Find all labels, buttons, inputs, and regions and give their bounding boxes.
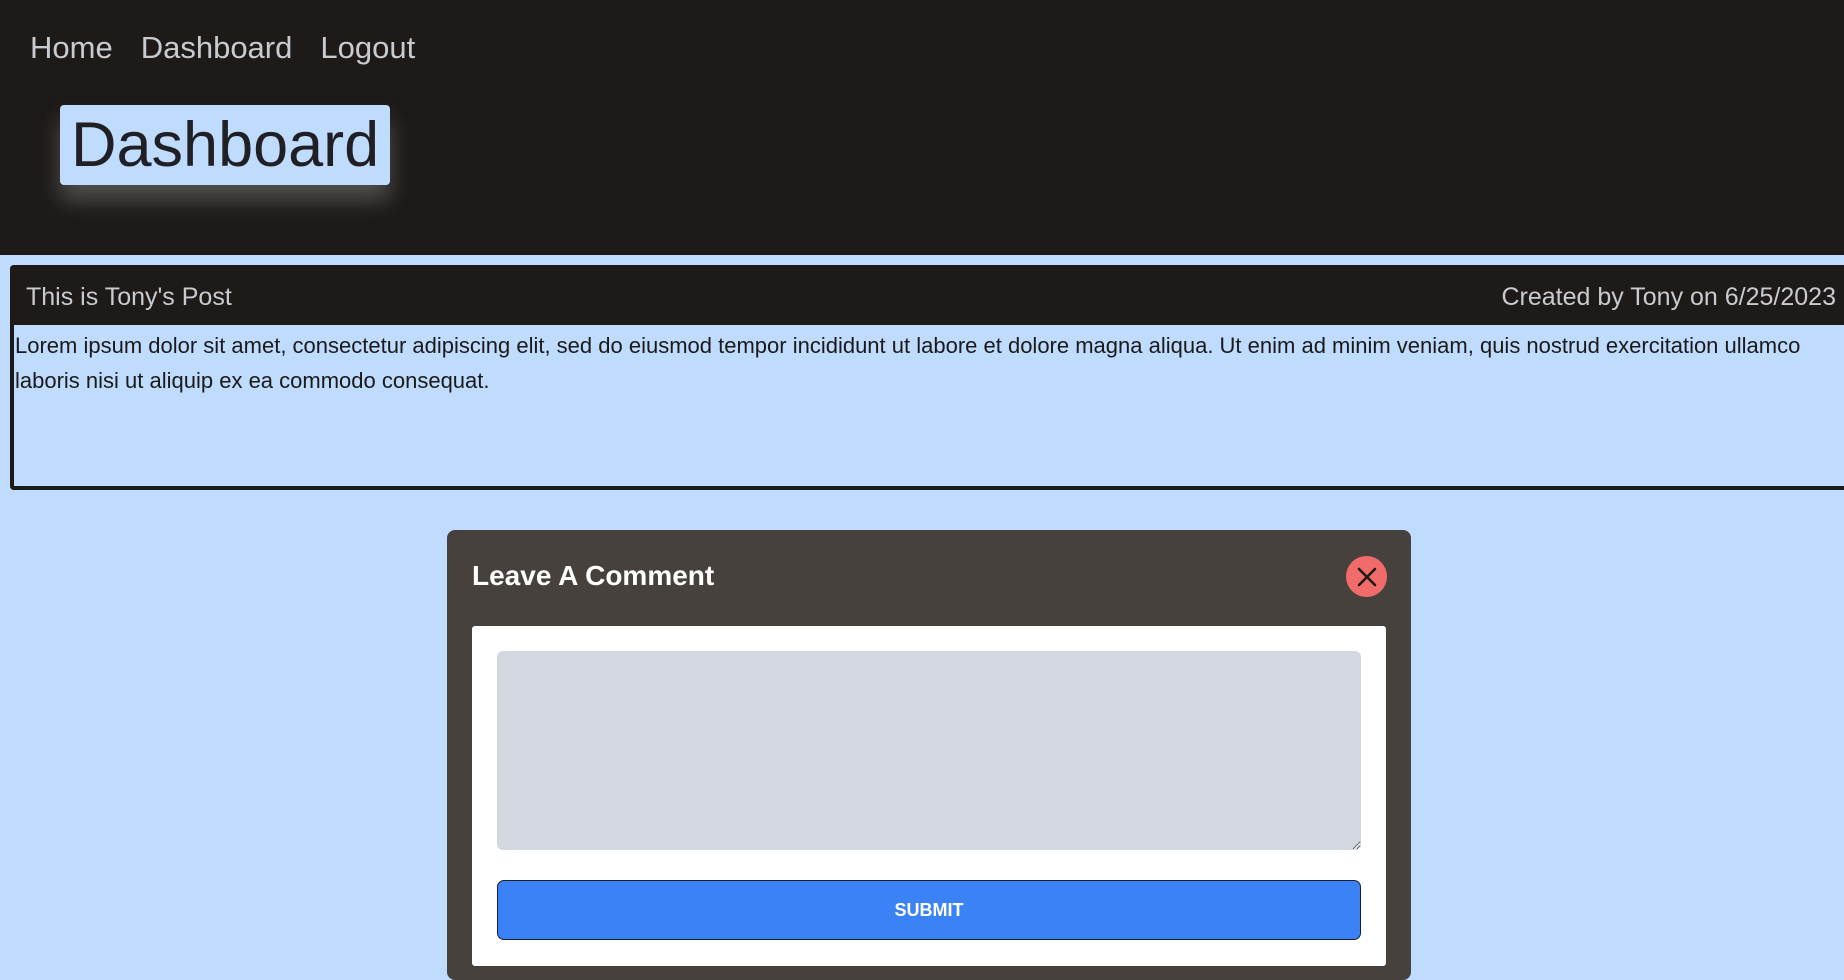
post-title: This is Tony's Post: [26, 282, 232, 311]
nav-home-link[interactable]: Home: [30, 28, 113, 68]
comment-form-card: Leave A Comment SUBMIT: [447, 530, 1411, 980]
comment-form-title: Leave A Comment: [472, 560, 715, 591]
submit-button[interactable]: SUBMIT: [497, 880, 1361, 940]
comment-input[interactable]: [497, 651, 1361, 850]
nav-logout-link[interactable]: Logout: [320, 28, 415, 68]
nav-dashboard-link[interactable]: Dashboard: [141, 28, 293, 68]
page-title-badge: Dashboard: [60, 105, 391, 185]
site-header: Home Dashboard Logout Dashboard: [0, 0, 1844, 255]
close-icon: [1357, 567, 1376, 586]
close-button[interactable]: [1346, 556, 1387, 597]
post-header: This is Tony's Post Created by Tony on 6…: [14, 269, 1844, 325]
main-nav: Home Dashboard Logout: [30, 28, 415, 68]
comment-form: SUBMIT: [472, 626, 1386, 966]
post-body: Lorem ipsum dolor sit amet, consectetur …: [15, 333, 1801, 393]
post-card: This is Tony's Post Created by Tony on 6…: [10, 265, 1844, 490]
post-meta: Created by Tony on 6/25/2023: [1501, 282, 1836, 311]
page-title: Dashboard: [71, 110, 380, 180]
